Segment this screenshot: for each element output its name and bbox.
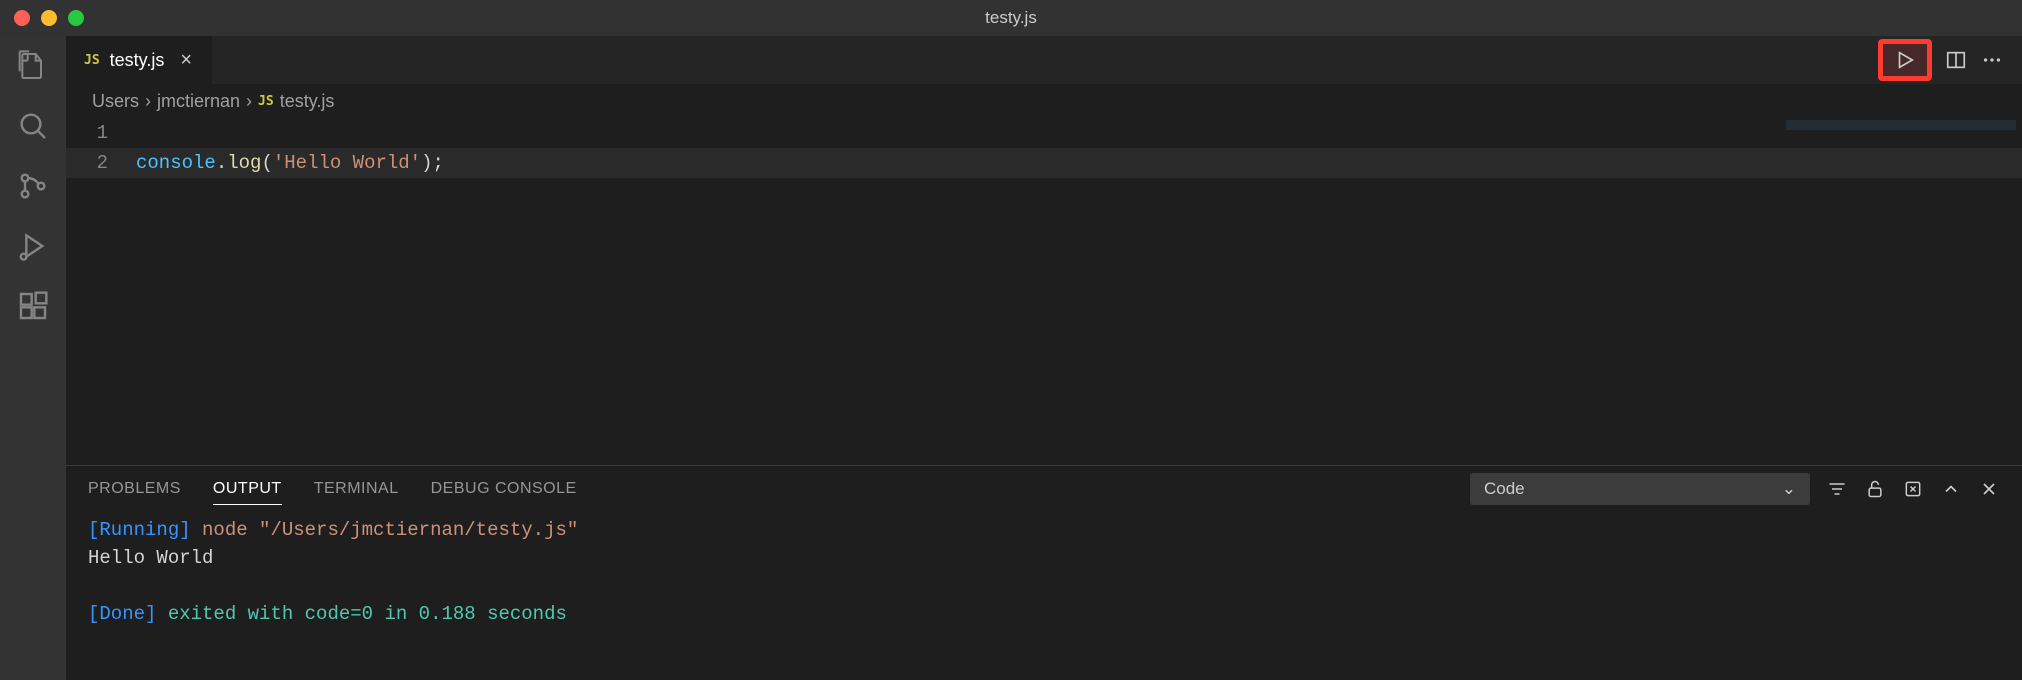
output-body[interactable]: [Running] node "/Users/jmctiernan/testy.… bbox=[66, 512, 2022, 680]
split-editor-button[interactable] bbox=[1944, 48, 1968, 72]
breadcrumbs: Users › jmctiernan › JS testy.js bbox=[66, 84, 2022, 118]
panel-tab-terminal[interactable]: TERMINAL bbox=[314, 474, 399, 505]
line-number: 1 bbox=[66, 122, 136, 144]
output-done-label: [Done] bbox=[88, 603, 156, 625]
panel-tab-debug-console[interactable]: DEBUG CONSOLE bbox=[431, 474, 577, 505]
breadcrumb-file[interactable]: testy.js bbox=[280, 91, 335, 112]
filter-icon[interactable] bbox=[1826, 478, 1848, 500]
output-running-label: [Running] bbox=[88, 519, 191, 541]
panel-tab-output[interactable]: OUTPUT bbox=[213, 474, 282, 505]
tab-label: testy.js bbox=[110, 50, 165, 71]
titlebar: testy.js bbox=[0, 0, 2022, 36]
output-channel-selector[interactable]: Code ⌄ bbox=[1470, 473, 1810, 505]
output-stdout: Hello World bbox=[88, 544, 2000, 572]
output-channel-label: Code bbox=[1484, 479, 1525, 499]
panel-tabs: PROBLEMS OUTPUT TERMINAL DEBUG CONSOLE Code… bbox=[66, 466, 2022, 512]
run-code-button[interactable] bbox=[1893, 48, 1917, 72]
window-close-button[interactable] bbox=[14, 10, 30, 26]
line-code: console.log('Hello World'); bbox=[136, 152, 444, 174]
search-icon[interactable] bbox=[17, 110, 49, 142]
traffic-lights bbox=[0, 10, 84, 26]
window-maximize-button[interactable] bbox=[68, 10, 84, 26]
close-panel-icon[interactable] bbox=[1978, 478, 2000, 500]
maximize-panel-icon[interactable] bbox=[1940, 478, 1962, 500]
extensions-icon[interactable] bbox=[17, 290, 49, 322]
editor-line[interactable]: 2console.log('Hello World'); bbox=[66, 148, 2022, 178]
line-number: 2 bbox=[66, 152, 136, 174]
editor-tabs: JS testy.js × bbox=[66, 36, 2022, 84]
tab-close-button[interactable]: × bbox=[174, 49, 198, 72]
breadcrumb-item[interactable]: jmctiernan bbox=[157, 91, 240, 112]
js-file-icon: JS bbox=[84, 53, 100, 68]
source-control-icon[interactable] bbox=[17, 170, 49, 202]
js-file-icon: JS bbox=[258, 94, 274, 109]
output-running-cmd: node "/Users/jmctiernan/testy.js" bbox=[191, 519, 579, 541]
clear-output-icon[interactable] bbox=[1902, 478, 1924, 500]
run-code-highlight bbox=[1878, 39, 1932, 81]
panel-tab-problems[interactable]: PROBLEMS bbox=[88, 474, 181, 505]
bottom-panel: PROBLEMS OUTPUT TERMINAL DEBUG CONSOLE Code… bbox=[66, 465, 2022, 680]
code-editor[interactable]: 1 2console.log('Hello World'); bbox=[66, 118, 2022, 465]
minimap[interactable] bbox=[1786, 120, 2016, 130]
run-debug-icon[interactable] bbox=[17, 230, 49, 262]
output-done-msg: exited with code=0 in 0.188 seconds bbox=[156, 603, 566, 625]
more-actions-button[interactable] bbox=[1980, 48, 2004, 72]
chevron-right-icon: › bbox=[246, 91, 252, 112]
breadcrumb-item[interactable]: Users bbox=[92, 91, 139, 112]
tab-testy-js[interactable]: JS testy.js × bbox=[66, 36, 213, 84]
chevron-down-icon: ⌄ bbox=[1782, 479, 1796, 499]
chevron-right-icon: › bbox=[145, 91, 151, 112]
explorer-icon[interactable] bbox=[17, 50, 49, 82]
editor-line[interactable]: 1 bbox=[66, 118, 2022, 148]
lock-scroll-icon[interactable] bbox=[1864, 478, 1886, 500]
window-minimize-button[interactable] bbox=[41, 10, 57, 26]
activity-bar bbox=[0, 36, 66, 680]
window-title: testy.js bbox=[985, 8, 1037, 28]
